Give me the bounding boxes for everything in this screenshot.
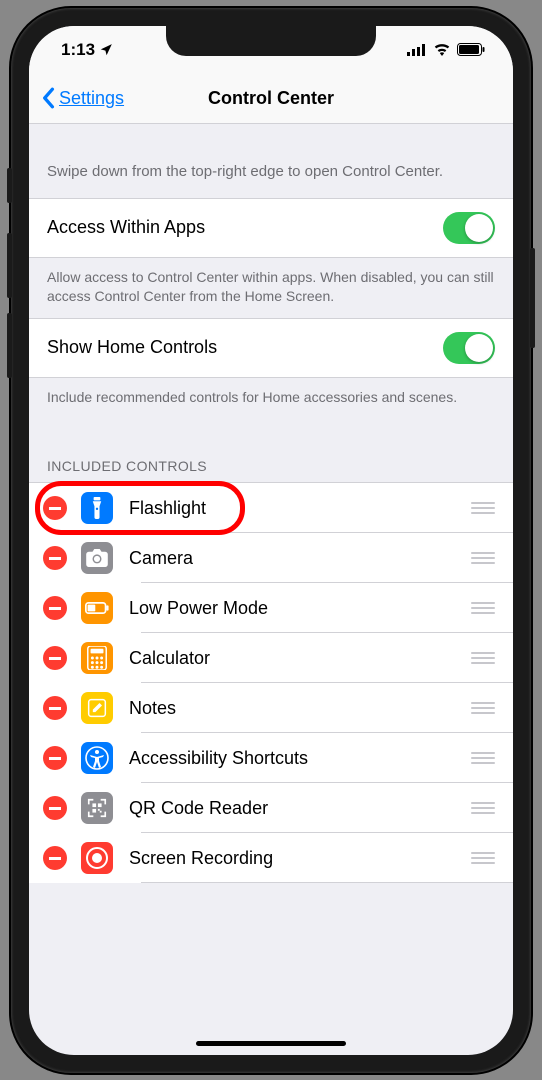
included-controls-list: Flashlight Camera Low Power Mode Calculator… [29,482,513,883]
control-row-accessibility: Accessibility Shortcuts [29,733,513,783]
camera-icon [81,542,113,574]
control-label-flashlight: Flashlight [129,498,471,519]
control-row-notes: Notes [29,683,513,733]
remove-screen-rec-button[interactable] [43,846,67,870]
remove-flashlight-button[interactable] [43,496,67,520]
control-label-camera: Camera [129,548,471,569]
drag-handle-notes[interactable] [471,702,495,714]
drag-handle-low-power[interactable] [471,602,495,614]
control-label-screen-rec: Screen Recording [129,848,471,869]
home-indicator[interactable] [196,1041,346,1046]
show-home-controls-cell: Show Home Controls [29,318,513,378]
nav-bar: Settings Control Center [29,74,513,124]
remove-accessibility-button[interactable] [43,746,67,770]
access-within-apps-toggle[interactable] [443,212,495,244]
wifi-icon [433,43,451,56]
control-label-qr: QR Code Reader [129,798,471,819]
cellular-icon [407,44,427,56]
control-row-low-power: Low Power Mode [29,583,513,633]
control-row-screen-rec: Screen Recording [29,833,513,883]
drag-handle-accessibility[interactable] [471,752,495,764]
drag-handle-camera[interactable] [471,552,495,564]
phone-frame: 1:13 Settings Control Center Swipe down … [11,8,531,1073]
show-home-controls-label: Show Home Controls [47,337,217,358]
calculator-icon [81,642,113,674]
control-label-calculator: Calculator [129,648,471,669]
notes-icon [81,692,113,724]
qr-icon [81,792,113,824]
status-time: 1:13 [61,40,95,60]
remove-qr-button[interactable] [43,796,67,820]
control-row-flashlight: Flashlight [29,483,513,533]
power-button [530,248,535,348]
control-row-camera: Camera [29,533,513,583]
remove-camera-button[interactable] [43,546,67,570]
remove-notes-button[interactable] [43,696,67,720]
control-row-qr: QR Code Reader [29,783,513,833]
access-within-apps-label: Access Within Apps [47,217,205,238]
access-footer: Allow access to Control Center within ap… [29,258,513,318]
drag-handle-flashlight[interactable] [471,502,495,514]
show-home-controls-toggle[interactable] [443,332,495,364]
control-label-low-power: Low Power Mode [129,598,471,619]
drag-handle-screen-rec[interactable] [471,852,495,864]
remove-calculator-button[interactable] [43,646,67,670]
volume-up-button [7,233,12,298]
remove-low-power-button[interactable] [43,596,67,620]
page-title: Control Center [208,88,334,109]
battery-icon [81,592,113,624]
control-label-accessibility: Accessibility Shortcuts [129,748,471,769]
mute-switch [7,168,12,203]
screen: 1:13 Settings Control Center Swipe down … [29,26,513,1055]
control-row-calculator: Calculator [29,633,513,683]
chevron-left-icon [41,87,55,109]
flashlight-icon [81,492,113,524]
drag-handle-qr[interactable] [471,802,495,814]
included-controls-header: INCLUDED CONTROLS [29,418,513,482]
record-icon [81,842,113,874]
accessibility-icon [81,742,113,774]
access-within-apps-cell: Access Within Apps [29,198,513,258]
drag-handle-calculator[interactable] [471,652,495,664]
show-home-footer: Include recommended controls for Home ac… [29,378,513,419]
back-label: Settings [59,88,124,109]
control-label-notes: Notes [129,698,471,719]
back-button[interactable]: Settings [41,87,124,109]
battery-icon [457,43,485,56]
intro-description: Swipe down from the top-right edge to op… [29,124,513,198]
notch [166,26,376,56]
content-scroll[interactable]: Swipe down from the top-right edge to op… [29,124,513,1055]
volume-down-button [7,313,12,378]
location-icon [99,43,113,57]
